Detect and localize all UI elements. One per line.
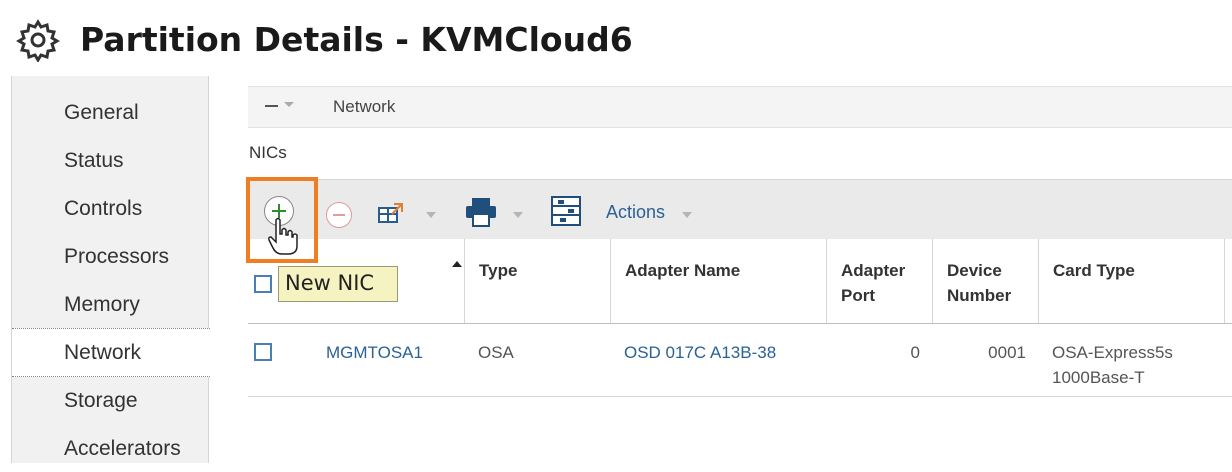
actions-menu[interactable]: Actions: [606, 202, 665, 223]
nav-item-label: General: [64, 101, 139, 124]
nav-item-status[interactable]: Status: [12, 137, 208, 184]
nav-item-label: Storage: [64, 389, 138, 412]
adapter-port: 0: [910, 343, 920, 362]
nic-type: OSA: [478, 343, 514, 362]
select-all-checkbox[interactable]: [254, 275, 272, 293]
nav-item-label: Controls: [64, 197, 143, 220]
nav-item-label: Memory: [64, 293, 140, 316]
page-title: Partition Details - KVMCloud6: [80, 20, 633, 59]
export-table-icon[interactable]: [378, 202, 406, 226]
column-header-type[interactable]: Type: [464, 239, 611, 323]
column-header-card-type[interactable]: Card Type: [1038, 239, 1225, 323]
column-header-adapter-port[interactable]: Adapter Port: [826, 239, 933, 323]
card-type: OSA-Express5s 1000Base-T: [1052, 343, 1173, 387]
chevron-down-icon[interactable]: [682, 212, 692, 218]
column-divider: [1224, 239, 1225, 323]
column-header-label: Card Type: [1053, 261, 1135, 280]
table-row[interactable]: MGMTOSA1 OSA OSD 017C A13B-38 0 0001 OSA…: [248, 324, 1232, 397]
tooltip: New NIC: [278, 266, 398, 302]
nav-item-label: Processors: [64, 245, 170, 268]
chevron-down-icon[interactable]: [513, 212, 523, 218]
nav-item-label: Network: [64, 341, 142, 364]
remove-circle-icon[interactable]: [326, 202, 352, 228]
nav-item-storage[interactable]: Storage: [12, 377, 208, 424]
title-bar: Partition Details - KVMCloud6: [0, 0, 1232, 75]
nav-item-network[interactable]: Network: [12, 328, 210, 377]
row-checkbox[interactable]: [254, 343, 272, 361]
configure-columns-icon[interactable]: [550, 195, 582, 227]
device-number: 0001: [988, 343, 1026, 362]
column-header-label: Type: [479, 261, 518, 280]
nav-item-controls[interactable]: Controls: [12, 185, 208, 232]
tooltip-text: New NIC: [285, 271, 375, 295]
main-panel: Network NICs Actions Type Adapter Name A…: [236, 76, 1232, 463]
section-header[interactable]: Network: [248, 86, 1232, 128]
column-header-label: Adapter Port: [841, 261, 906, 305]
nav-item-label: Accelerators: [64, 437, 181, 460]
nav-item-accelerators[interactable]: Accelerators: [12, 425, 208, 472]
nav-item-label: Status: [64, 149, 124, 172]
column-header-label: Device Number: [947, 261, 1012, 305]
column-header-label: Adapter Name: [625, 261, 741, 280]
adapter-name-link[interactable]: OSD 017C A13B-38: [624, 340, 776, 365]
chevron-down-icon[interactable]: [284, 102, 294, 107]
sort-ascending-icon[interactable]: [452, 261, 462, 267]
side-nav: General Status Controls Processors Memor…: [11, 76, 210, 463]
nic-name-link[interactable]: MGMTOSA1: [326, 340, 423, 365]
printer-icon[interactable]: [464, 196, 498, 228]
column-header-device-number[interactable]: Device Number: [932, 239, 1039, 323]
collapse-icon[interactable]: [265, 105, 278, 107]
nav-item-general[interactable]: General: [12, 89, 208, 136]
section-title: Network: [333, 97, 396, 116]
column-header-adapter-name[interactable]: Adapter Name: [610, 239, 827, 323]
nav-item-memory[interactable]: Memory: [12, 281, 208, 328]
nav-item-processors[interactable]: Processors: [12, 233, 208, 280]
gear-icon: [16, 19, 60, 62]
hand-cursor-icon: [268, 217, 298, 255]
chevron-down-icon[interactable]: [426, 212, 436, 218]
subsection-title: NICs: [249, 143, 287, 162]
